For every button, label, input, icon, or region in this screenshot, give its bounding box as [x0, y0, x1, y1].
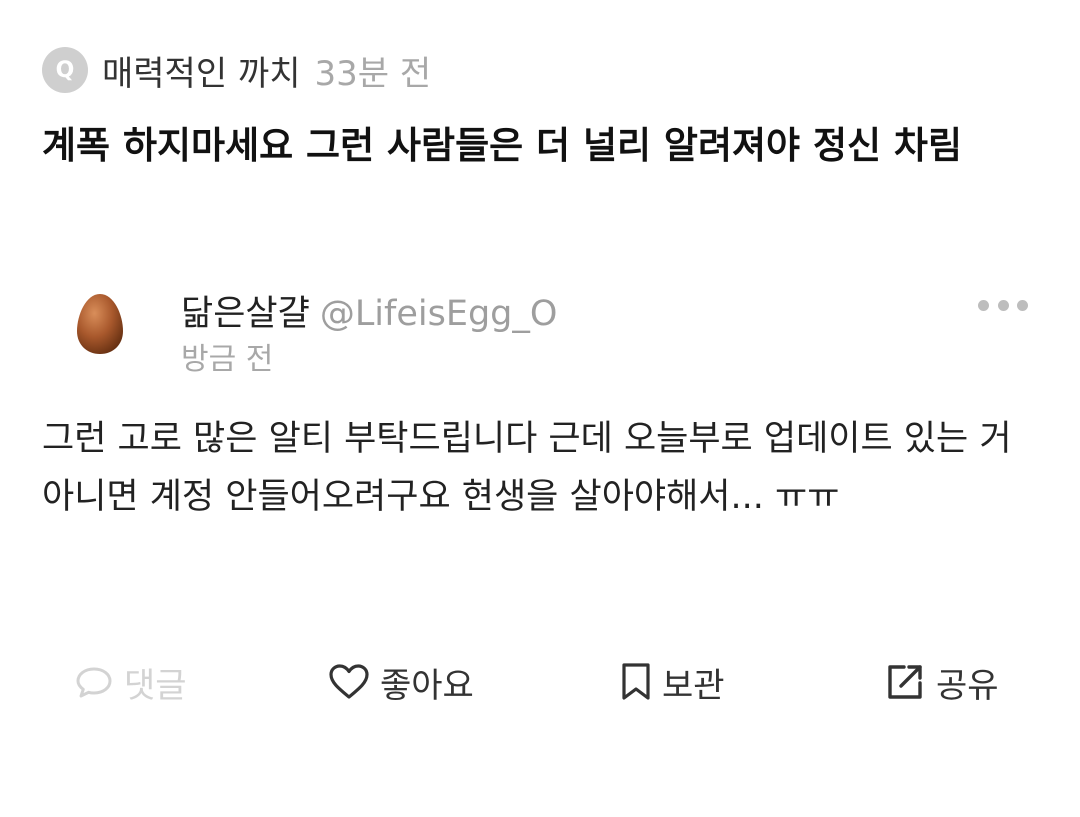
answer-meta: 닮은살걀 @LifeisEgg_O 방금 전 — [181, 290, 557, 382]
share-button[interactable]: 공유 — [884, 652, 999, 712]
answer-timestamp: 방금 전 — [181, 342, 274, 377]
question-text: 계폭 하지마세요 그런 사람들은 더 널리 알려져야 정신 차림 — [42, 124, 963, 167]
more-dot — [1017, 299, 1028, 311]
action-bar: 댓글 좋아요 보관 공유 — [0, 652, 1080, 712]
bookmark-label: 보관 — [662, 665, 725, 706]
answer-text: 그런 고로 많은 알티 부탁드립니다 근데 오늘부로 업데이트 있는 거 아니면… — [42, 419, 1012, 517]
share-label: 공유 — [936, 665, 999, 706]
like-label: 좋아요 — [380, 665, 474, 706]
question-timestamp: 33분 전 — [314, 53, 432, 94]
question-author[interactable]: 매력적인 까치 — [102, 46, 301, 95]
comment-label: 댓글 — [124, 665, 187, 706]
more-options-icon[interactable] — [978, 292, 1028, 318]
comment-button[interactable]: 댓글 — [74, 652, 187, 712]
answer-name-line: 닮은살걀 @LifeisEgg_O — [181, 290, 557, 338]
more-dot — [978, 299, 989, 311]
more-dot — [997, 299, 1009, 311]
answer-handle[interactable]: @LifeisEgg_O — [320, 294, 558, 334]
comment-icon — [76, 667, 112, 698]
heart-icon — [329, 664, 369, 699]
like-button[interactable]: 좋아요 — [328, 652, 474, 712]
share-icon — [888, 665, 922, 699]
answer-display-name[interactable]: 닮은살걀 — [181, 294, 310, 334]
question-badge-icon: Q — [42, 47, 88, 93]
question-header: Q 매력적인 까치 33분 전 — [42, 44, 431, 96]
bookmark-icon — [622, 663, 650, 700]
question-badge-letter: Q — [55, 57, 75, 83]
bookmark-button[interactable]: 보관 — [620, 652, 725, 712]
egg-avatar-icon[interactable] — [76, 293, 124, 355]
